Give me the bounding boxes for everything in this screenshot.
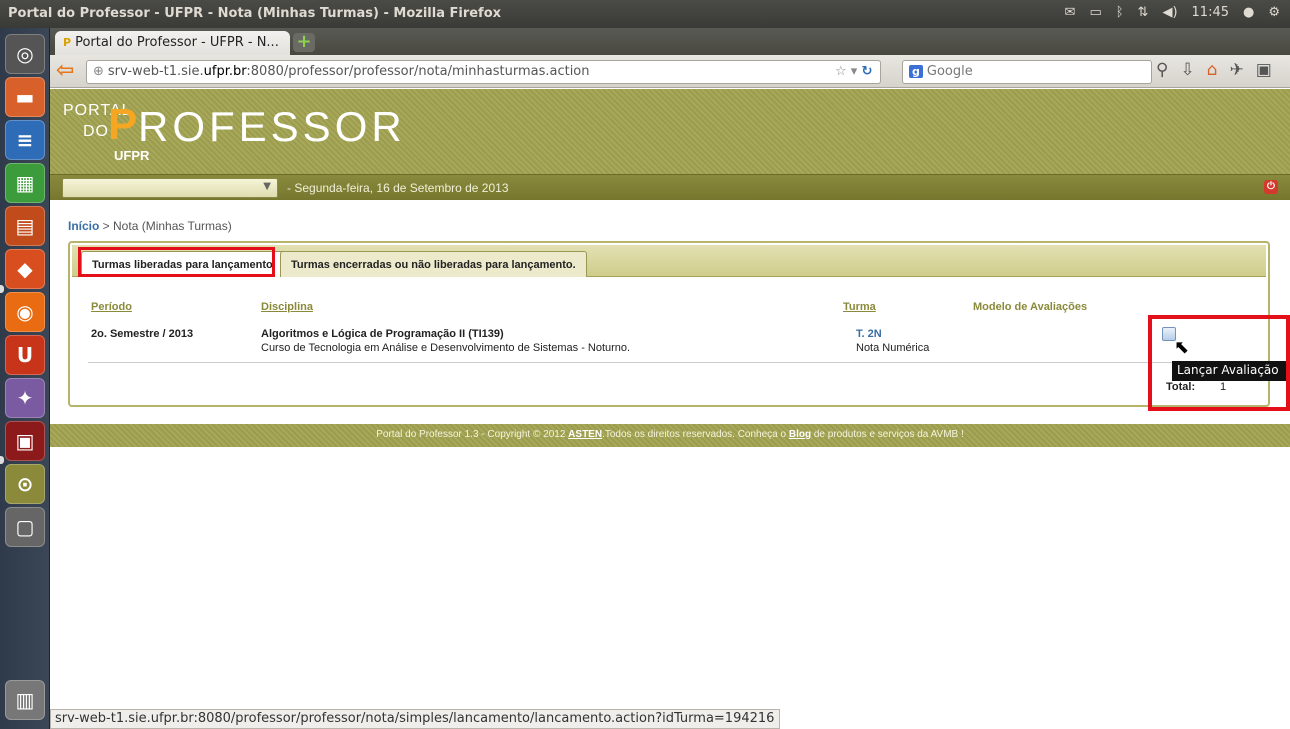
row-separator (88, 362, 1268, 363)
addon-icon[interactable]: ✈ (1230, 60, 1244, 80)
logo-professor-text: ROFESSOR (138, 103, 406, 150)
downloads-icon[interactable]: ⇩ (1180, 60, 1194, 80)
search-placeholder: Google (926, 64, 973, 79)
status-bar: srv-web-t1.sie.ufpr.br:8080/professor/pr… (50, 709, 780, 729)
search-bar[interactable]: g Google (902, 60, 1152, 84)
running-indicator (0, 285, 4, 293)
calc-icon[interactable]: ▦ (5, 163, 45, 203)
row-disciplina: Algoritmos e Lógica de Programação II (T… (261, 328, 504, 340)
impress-icon[interactable]: ▤ (5, 206, 45, 246)
tab-turmas-encerradas[interactable]: Turmas encerradas ou não liberadas para … (280, 251, 587, 277)
current-date-value: Segunda-feira, 16 de Setembro de 2013 (294, 181, 509, 195)
chevron-down-icon[interactable]: ▼ (263, 181, 271, 192)
header-sub-bar: ▼ - Segunda-feira, 16 de Setembro de 201… (50, 174, 1290, 200)
workspace-switcher-icon[interactable]: ▢ (5, 507, 45, 547)
search-icon[interactable]: ⚲ (1156, 60, 1168, 80)
browser-tab-title: Portal do Professor - UFPR - N... (75, 35, 279, 50)
battery-icon[interactable]: ▭ (1089, 5, 1101, 20)
footer-blog-link[interactable]: Blog (789, 429, 811, 440)
volume-icon[interactable]: ◀) (1162, 5, 1177, 20)
footer: Portal do Professor 1.3 - Copyright © 20… (50, 424, 1290, 447)
top-panel: Portal do Professor - UFPR - Nota (Minha… (0, 0, 1290, 28)
browser-tab[interactable]: P Portal do Professor - UFPR - N... (55, 31, 290, 55)
mail-icon[interactable]: ✉ (1065, 5, 1076, 20)
url-domain: ufpr.br (203, 64, 247, 79)
new-tab-button[interactable]: + (293, 33, 315, 52)
url-actions: ☆ ▾ ↻ (835, 64, 872, 79)
logo-p-letter: P (108, 100, 138, 149)
home-icon[interactable]: ⌂ (1207, 60, 1218, 80)
page-content: PORTAL DO P ROFESSOR UFPR ▼ - Segunda-fe… (50, 89, 1290, 709)
column-header-modelo: Modelo de Avaliações (973, 301, 1088, 313)
clock[interactable]: 11:45 (1192, 5, 1229, 20)
row-tipo-nota: Nota Numérica (856, 342, 930, 354)
trash-icon[interactable]: ▥ (5, 680, 45, 720)
running-indicator (0, 456, 4, 464)
footer-text-after: de produtos e serviços da AVMB ! (811, 429, 964, 440)
browser-nav-bar: ⇦ ⊕ srv-web-t1.sie.ufpr.br:8080/professor… (50, 55, 1290, 88)
browser-tab-bar: P Portal do Professor - UFPR - N... + (50, 28, 1290, 55)
google-search-engine-icon[interactable]: g (909, 65, 923, 78)
context-select[interactable]: ▼ (62, 178, 278, 198)
indicator-area: ✉ ▭ ᛒ ⇅ ◀) 11:45 ● ⚙ (1065, 5, 1280, 20)
footer-text-middle: .Todos os direitos reservados. Conheça o (602, 429, 789, 440)
row-periodo: 2o. Semestre / 2013 (91, 328, 194, 340)
url-bar[interactable]: ⊕ srv-web-t1.sie.ufpr.br:8080/professor/p… (86, 60, 881, 84)
menu-icon[interactable]: ▣ (1256, 60, 1272, 80)
url-suffix: :8080/professor/professor/nota/minhastur… (246, 64, 590, 79)
logo-do-text: DO (83, 123, 109, 140)
footer-text-before: Portal do Professor 1.3 - Copyright © 20… (376, 429, 569, 440)
firefox-icon[interactable]: ◉ (5, 292, 45, 332)
column-header-disciplina[interactable]: Disciplina (261, 301, 313, 313)
terminal-icon[interactable]: ▣ (5, 421, 45, 461)
back-button[interactable]: ⇦ (56, 60, 82, 83)
history-dropdown-icon[interactable]: ▾ (851, 64, 858, 79)
column-header-turma[interactable]: Turma (843, 301, 876, 313)
bookmark-star-icon[interactable]: ☆ (835, 64, 847, 79)
reload-icon[interactable]: ↻ (861, 64, 872, 79)
footer-asten-link[interactable]: ASTEN (568, 429, 602, 440)
window-title: Portal do Professor - UFPR - Nota (Minha… (8, 6, 502, 21)
breadcrumb: Início > Nota (Minhas Turmas) (68, 219, 232, 233)
gear-icon[interactable]: ⚙ (1268, 5, 1280, 20)
breadcrumb-current: > Nota (Minhas Turmas) (99, 219, 232, 233)
breadcrumb-home-link[interactable]: Início (68, 219, 99, 233)
column-header-periodo[interactable]: Período (91, 301, 132, 313)
favicon-icon: P (63, 36, 72, 49)
screen: Portal do Professor - UFPR - Nota (Minha… (0, 0, 1290, 729)
software-center-icon[interactable]: ◆ (5, 249, 45, 289)
url-prefix: srv-web-t1.sie. (107, 64, 204, 79)
writer-icon[interactable]: ≡ (5, 120, 45, 160)
highlight-box-tab (78, 247, 275, 277)
image-viewer-icon[interactable]: ⊙ (5, 464, 45, 504)
bluetooth-icon[interactable]: ᛒ (1116, 5, 1124, 20)
ubuntu-one-icon[interactable]: U (5, 335, 45, 375)
toolbar-icons: ⚲ ⇩ ⌂ ✈ ▣ (1156, 60, 1272, 80)
dash-home-icon[interactable]: ◎ (5, 34, 45, 74)
header-banner: PORTAL DO P ROFESSOR UFPR (50, 89, 1290, 174)
globe-icon: ⊕ (93, 64, 104, 79)
logo-org-text: UFPR (114, 148, 150, 163)
launcher: ◎ ▬ ≡ ▦ ▤ ◆ ◉ U ✦ ▣ ⊙ ▢ ▥ (0, 28, 50, 729)
system-settings-icon[interactable]: ✦ (5, 378, 45, 418)
row-curso: Curso de Tecnologia em Análise e Desenvo… (261, 342, 631, 354)
highlight-box-lancar (1148, 315, 1290, 411)
network-icon[interactable]: ⇅ (1138, 5, 1149, 20)
row-turma-link[interactable]: T. 2N (856, 328, 882, 340)
user-icon[interactable]: ● (1243, 5, 1254, 20)
files-icon[interactable]: ▬ (5, 77, 45, 117)
current-date: - Segunda-feira, 16 de Setembro de 2013 (287, 181, 509, 195)
logout-icon[interactable]: ⏻ (1264, 180, 1278, 194)
